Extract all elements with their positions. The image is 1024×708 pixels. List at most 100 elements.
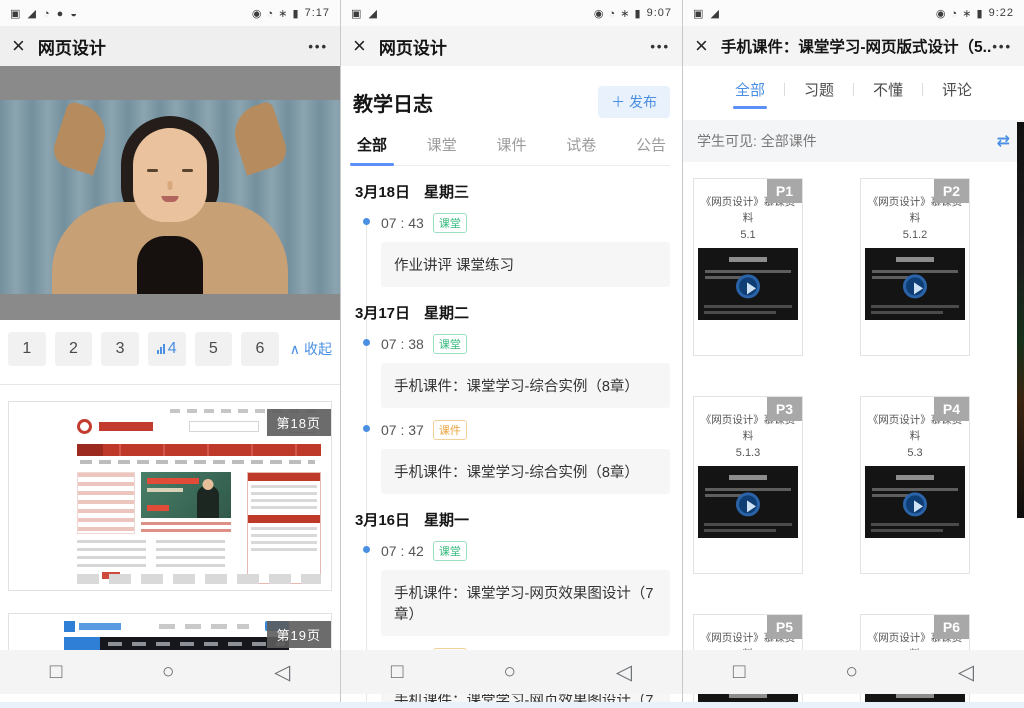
page-button-5[interactable]: 5: [195, 332, 233, 366]
day-date: 3月18日: [355, 181, 410, 202]
android-nav-bar: □ ○ ◁: [683, 650, 1024, 694]
page-18-label: 第18页: [267, 409, 331, 436]
home-button[interactable]: ○: [845, 660, 858, 684]
android-nav-bar: □ ○ ◁: [341, 650, 682, 694]
log-day: 3月18日 星期三 07 : 43 课堂 作业讲评 课堂练习: [353, 181, 670, 287]
status-left-icons: ▣ ◢ ◔ ● ◒: [10, 7, 79, 20]
courseware-tabs: 全部 习题 不懂 评论: [683, 66, 1024, 110]
visibility-filter-row: 学生可见: 全部课件 ⇄: [683, 120, 1024, 162]
page-button-3[interactable]: 3: [101, 332, 139, 366]
play-button-icon[interactable]: [903, 274, 927, 298]
timeline-dot: [363, 218, 370, 225]
adjacent-screenshot-sliver: [1017, 122, 1024, 518]
page-title: 网页设计: [379, 34, 650, 59]
tab-notice[interactable]: 公告: [636, 134, 666, 165]
back-button[interactable]: ◁: [274, 660, 290, 685]
log-entry: 07 : 38 课堂 手机课件：课堂学习-综合实例（8章）: [353, 334, 670, 408]
phone-middle-teaching-log: ▣ ◢ ◉ ◔ ∗ ▮ 9:07 × 网页设计 ••• 教学日志 ＋ 发布 全部…: [341, 0, 683, 708]
back-button[interactable]: ◁: [616, 660, 632, 685]
presenter-sweater: [137, 236, 203, 294]
slide-card-p2[interactable]: P2 《网页设计》慕课资料 5.1.2: [860, 178, 970, 356]
page-title: 网页设计: [38, 34, 308, 59]
slide-badge: P3: [767, 397, 802, 421]
slide-page-18-thumbnail[interactable]: 第18页: [8, 401, 332, 591]
back-button[interactable]: ◁: [958, 660, 974, 685]
slide-subtitle: 5.1: [694, 229, 802, 241]
timeline-dot: [363, 425, 370, 432]
status-right-icons: ◉ ◔ ∗ ▮: [936, 7, 984, 20]
close-icon[interactable]: ×: [353, 35, 366, 57]
entry-time: 07 : 42: [381, 543, 424, 559]
more-menu-icon[interactable]: •••: [650, 39, 670, 54]
day-weekday: 星期一: [424, 509, 469, 530]
timeline-dot: [363, 339, 370, 346]
entry-content[interactable]: 手机课件：课堂学习-综合实例（8章）: [381, 449, 670, 494]
entry-content[interactable]: 手机课件：课堂学习-网页效果图设计（7章）: [381, 570, 670, 636]
collapse-button[interactable]: ∧ 收起: [290, 339, 332, 359]
coat-lapel-right: [227, 100, 291, 175]
status-bar: ▣ ◢ ◔ ● ◒ ◉ ◔ ∗ ▮ 7:17: [0, 0, 340, 26]
android-nav-bar: □ ○ ◁: [0, 650, 340, 694]
status-bar: ▣ ◢ ◉ ◔ ∗ ▮ 9:07: [341, 0, 682, 26]
slide-badge: P2: [934, 179, 969, 203]
video-frame: [0, 100, 340, 294]
playing-equalizer-icon: [157, 344, 165, 354]
status-time: 9:22: [989, 7, 1014, 19]
visibility-label: 学生可见: 全部课件: [697, 131, 817, 151]
page-title: 手机课件：课堂学习-网页版式设计（5...: [721, 35, 992, 57]
log-day: 3月17日 星期二 07 : 38 课堂 手机课件：课堂学习-综合实例（8章）: [353, 302, 670, 494]
screenshot-composite: ▣ ◢ ◔ ● ◒ ◉ ◔ ∗ ▮ 7:17 × 网页设计 •••: [0, 0, 1024, 708]
tab-comments[interactable]: 评论: [923, 79, 991, 100]
log-timeline: 3月18日 星期三 07 : 43 课堂 作业讲评 课堂练习 3月1: [353, 181, 670, 708]
presenter-face: [133, 128, 207, 222]
slide-card-p3[interactable]: P3 《网页设计》慕课资料 5.1.3: [693, 396, 803, 574]
page-button-6[interactable]: 6: [241, 332, 279, 366]
home-button[interactable]: ○: [503, 660, 516, 684]
phone-right-courseware: ▣ ◢ ◉ ◔ ∗ ▮ 9:22 × 手机课件：课堂学习-网页版式设计（5...…: [683, 0, 1024, 708]
entry-time: 07 : 38: [381, 336, 424, 352]
slide-card-p4[interactable]: P4 《网页设计》慕课资料 5.3: [860, 396, 970, 574]
status-time: 9:07: [647, 7, 672, 19]
publish-button[interactable]: ＋ 发布: [598, 86, 670, 118]
recents-button[interactable]: □: [391, 660, 404, 684]
recents-button[interactable]: □: [50, 660, 63, 684]
tab-all[interactable]: 全部: [716, 79, 784, 100]
status-time: 7:17: [305, 7, 330, 19]
entry-content[interactable]: 手机课件：课堂学习-综合实例（8章）: [381, 363, 670, 408]
page-selector: 1 2 3 4 5 6 ∧ 收起: [0, 320, 340, 376]
tab-exam[interactable]: 试卷: [566, 134, 596, 165]
close-icon[interactable]: ×: [12, 35, 25, 57]
home-button[interactable]: ○: [162, 660, 175, 684]
recents-button[interactable]: □: [733, 660, 746, 684]
tab-all[interactable]: 全部: [357, 134, 387, 165]
close-icon[interactable]: ×: [695, 35, 708, 57]
tab-courseware[interactable]: 课件: [496, 134, 526, 165]
tab-confused[interactable]: 不懂: [854, 79, 922, 100]
status-right-icons: ◉ ◔ ∗ ▮: [594, 7, 642, 20]
slide-card-p1[interactable]: P1 《网页设计》慕课资料 5.1: [693, 178, 803, 356]
log-entry: 07 : 42 课堂 手机课件：课堂学习-网页效果图设计（7章）: [353, 541, 670, 636]
play-button-icon[interactable]: [736, 492, 760, 516]
play-button-icon[interactable]: [736, 274, 760, 298]
video-player[interactable]: [0, 66, 340, 320]
video-thumbnail: [698, 248, 798, 320]
play-button-icon[interactable]: [903, 492, 927, 516]
tab-class[interactable]: 课堂: [427, 134, 457, 165]
more-menu-icon[interactable]: •••: [992, 39, 1012, 54]
entry-content[interactable]: 作业讲评 课堂练习: [381, 242, 670, 287]
swap-order-icon[interactable]: ⇄: [997, 131, 1010, 151]
page-button-4-active[interactable]: 4: [148, 332, 186, 366]
phone-left-video-page: ▣ ◢ ◔ ● ◒ ◉ ◔ ∗ ▮ 7:17 × 网页设计 •••: [0, 0, 341, 708]
log-entry: 07 : 43 课堂 作业讲评 课堂练习: [353, 213, 670, 287]
tab-exercises[interactable]: 习题: [785, 79, 853, 100]
day-date: 3月17日: [355, 302, 410, 323]
day-date: 3月16日: [355, 509, 410, 530]
entry-time: 07 : 43: [381, 215, 424, 231]
status-left-icons: ▣ ◢: [351, 7, 379, 20]
video-thumbnail: [865, 248, 965, 320]
page-button-1[interactable]: 1: [8, 332, 46, 366]
slide-grid: P1 《网页设计》慕课资料 5.1 P2 《网页设计》慕课资料 5.1.2: [683, 162, 1024, 708]
more-menu-icon[interactable]: •••: [308, 39, 328, 54]
page-button-2[interactable]: 2: [55, 332, 93, 366]
slide-badge: P6: [934, 615, 969, 639]
